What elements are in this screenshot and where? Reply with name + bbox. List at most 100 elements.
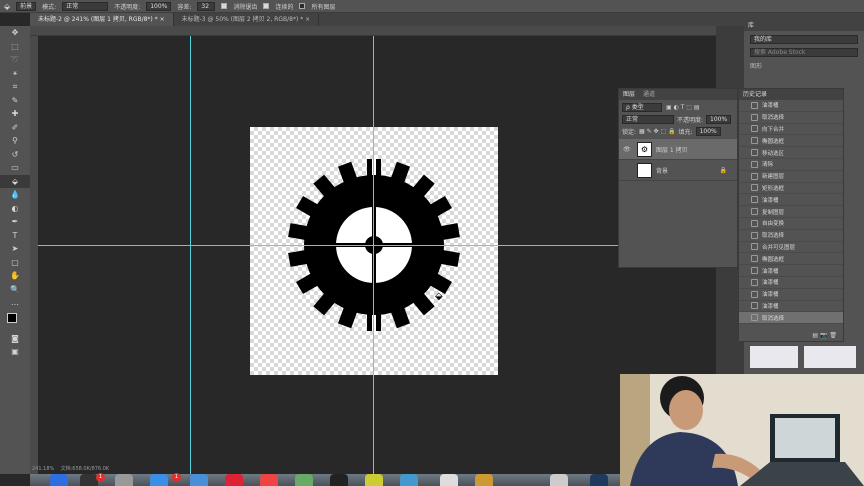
paint-bucket-tool-icon[interactable]: ⬙	[0, 174, 30, 188]
clone-stamp-tool-icon[interactable]: ⚲	[0, 134, 30, 148]
history-item[interactable]: 矩形选框	[739, 183, 843, 195]
filter-icons[interactable]: ▣ ◐ T ⬚ ▤	[666, 104, 700, 111]
tab-untitled-3[interactable]: 未标题-3 @ 50% (图层 2 拷贝 2, RGB/8*) * ×	[174, 13, 320, 26]
brush-tool-icon[interactable]: ✐	[0, 121, 30, 135]
zoom-tool-icon[interactable]: 🔍	[0, 283, 30, 297]
layer-opacity-input[interactable]: 100%	[706, 115, 732, 124]
history-item[interactable]: 油漆桶	[739, 289, 843, 301]
foreground-color-swatch[interactable]	[7, 312, 17, 323]
blend-mode-select[interactable]: 正常	[622, 115, 674, 124]
zoom-readout[interactable]: 241.18%	[32, 466, 54, 472]
app-icon[interactable]	[365, 474, 383, 486]
layer-name[interactable]: 背景	[656, 166, 668, 175]
color-swatches[interactable]	[0, 310, 30, 332]
history-item[interactable]: 油漆桶	[739, 301, 843, 313]
history-actions[interactable]: ▤ 📷 🗑	[812, 332, 837, 339]
library-graphic-thumbnail[interactable]	[750, 346, 798, 368]
app-icon[interactable]	[475, 474, 493, 486]
weibo-icon[interactable]	[260, 474, 278, 486]
graphics-section-label[interactable]: 图形	[750, 61, 858, 70]
app-icon[interactable]	[225, 474, 243, 486]
horizontal-guide[interactable]	[38, 245, 716, 246]
history-item[interactable]: 椭圆选框	[739, 253, 843, 266]
history-item[interactable]: 取消选择	[739, 230, 843, 242]
layer-row[interactable]: 👁 ⚙ 图层 1 拷贝	[619, 139, 737, 160]
photoshop-icon[interactable]	[590, 474, 608, 486]
lock-icons[interactable]: ▦ ✎ ✥ ⬚ 🔒	[639, 128, 676, 135]
healing-brush-tool-icon[interactable]: ✚	[0, 107, 30, 121]
eyedropper-tool-icon[interactable]: ✎	[0, 94, 30, 108]
dodge-tool-icon[interactable]: ◐	[0, 202, 30, 216]
finder-icon[interactable]	[50, 474, 68, 486]
paint-bucket-icon[interactable]: ⬙	[4, 2, 10, 11]
vertical-guide[interactable]	[190, 36, 191, 474]
screen-mode-icon[interactable]: ▣	[0, 345, 30, 359]
history-item[interactable]: 椭圆选框	[739, 135, 843, 148]
marquee-tool-icon[interactable]: ⬚	[0, 40, 30, 54]
adobe-stock-search-input[interactable]: 搜索 Adobe Stock	[750, 48, 858, 57]
app-icon[interactable]	[115, 474, 133, 486]
hand-tool-icon[interactable]: ✋	[0, 269, 30, 283]
libraries-title[interactable]: 库	[744, 20, 864, 31]
history-brush-tool-icon[interactable]: ↺	[0, 148, 30, 162]
history-item-label: 油漆桶	[762, 303, 779, 310]
history-item[interactable]: 油漆桶	[739, 100, 843, 112]
history-title[interactable]: 历史记录	[739, 89, 843, 100]
layer-filter-select[interactable]: ρ 类型	[622, 103, 662, 112]
fill-source-select[interactable]: 前景	[16, 1, 37, 11]
vertical-guide[interactable]	[373, 36, 374, 474]
history-item[interactable]: 移动选区	[739, 147, 843, 159]
layer-name[interactable]: 图层 1 拷贝	[656, 145, 688, 154]
tab-channels[interactable]: 通道	[643, 89, 655, 100]
app-icon[interactable]	[295, 474, 313, 486]
close-icon[interactable]: ×	[160, 16, 165, 23]
document-canvas[interactable]	[250, 127, 498, 375]
library-graphic-thumbnail[interactable]	[804, 346, 856, 368]
antialias-checkbox[interactable]	[221, 3, 228, 9]
history-item[interactable]: 油漆桶	[739, 194, 843, 207]
history-item[interactable]: 合并可见图层	[739, 242, 843, 254]
app-icon[interactable]	[440, 474, 458, 486]
history-item[interactable]: 取消选择	[739, 112, 843, 124]
history-item-label: 合并可见图层	[762, 244, 796, 251]
eye-icon[interactable]: 👁	[623, 146, 633, 153]
path-selection-tool-icon[interactable]: ➤	[0, 242, 30, 256]
layer-row[interactable]: 背景 🔒	[619, 160, 737, 181]
history-item[interactable]: 新建图层	[739, 171, 843, 183]
contiguous-checkbox[interactable]	[263, 3, 270, 9]
blur-tool-icon[interactable]: 💧	[0, 188, 30, 202]
library-select[interactable]: 我的库	[750, 35, 858, 44]
magic-wand-tool-icon[interactable]: ⚹	[0, 67, 30, 81]
fill-input[interactable]: 100%	[695, 127, 721, 136]
lock-icon[interactable]: 🔒	[720, 167, 727, 174]
tolerance-input[interactable]: 32	[197, 1, 216, 11]
history-item[interactable]: 复制图层	[739, 206, 843, 218]
app-icon[interactable]	[400, 474, 418, 486]
opacity-input[interactable]: 100%	[146, 1, 172, 11]
tab-layers[interactable]: 图层	[623, 89, 635, 100]
quick-mask-icon[interactable]: ◙	[0, 332, 30, 346]
type-tool-icon[interactable]: T	[0, 229, 30, 243]
history-item[interactable]: 油漆桶	[739, 277, 843, 289]
history-item[interactable]: 自由变换	[739, 218, 843, 230]
safari-icon[interactable]	[190, 474, 208, 486]
more-tools-icon[interactable]: …	[0, 296, 30, 310]
history-item[interactable]: 向下合并	[739, 124, 843, 136]
pen-tool-icon[interactable]: ✒	[0, 215, 30, 229]
app-store-icon[interactable]	[150, 474, 168, 486]
shape-tool-icon[interactable]: ▢	[0, 256, 30, 270]
history-item[interactable]: 清除	[739, 159, 843, 171]
history-item-label: 移动选区	[762, 150, 785, 157]
all-layers-checkbox[interactable]	[299, 3, 306, 9]
qq-icon[interactable]	[330, 474, 348, 486]
app-icon[interactable]	[550, 474, 568, 486]
lasso-tool-icon[interactable]: ➰	[0, 53, 30, 67]
tab-untitled-2[interactable]: 未标题-2 @ 241% (图层 1 拷贝, RGB/8*) * ×	[30, 13, 174, 26]
mode-select[interactable]: 正常	[62, 1, 109, 11]
close-icon[interactable]: ×	[305, 16, 310, 23]
crop-tool-icon[interactable]: ⌗	[0, 80, 30, 94]
history-item[interactable]: 油漆桶	[739, 265, 843, 277]
eraser-tool-icon[interactable]: ▭	[0, 161, 30, 175]
history-item[interactable]: 取消选择	[739, 312, 843, 325]
move-tool-icon[interactable]: ✥	[0, 26, 30, 40]
